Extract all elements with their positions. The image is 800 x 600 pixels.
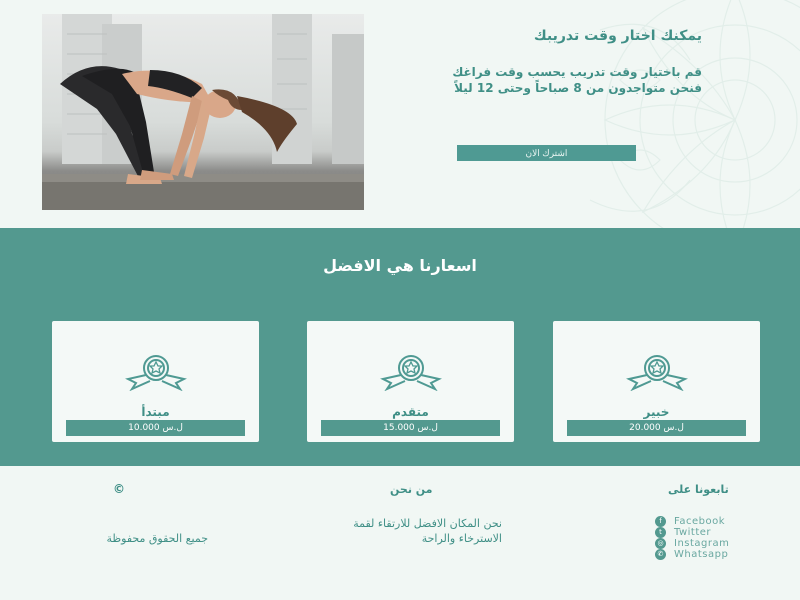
about-us-heading: من نحن xyxy=(390,483,433,496)
plan-name: خبير xyxy=(643,405,670,419)
award-icon xyxy=(380,355,442,391)
price-card-advanced[interactable]: متقدم ل.س 15.000 xyxy=(307,321,514,442)
social-label: Facebook xyxy=(674,516,725,527)
social-links: f Facebook t Twitter ◎ Instagram ✆ Whats… xyxy=(655,516,765,560)
plan-price: ل.س 20.000 xyxy=(567,420,746,436)
follow-us-heading: تابعونا على xyxy=(668,483,729,496)
footer: تابعونا على f Facebook t Twitter ◎ Insta… xyxy=(0,466,800,600)
hero-section: يمكنك اختار وقت تدريبك قم باختيار وقت تد… xyxy=(0,0,800,228)
award-icon xyxy=(626,355,688,391)
award-icon xyxy=(125,355,187,391)
facebook-icon: f xyxy=(655,516,666,527)
social-link-facebook[interactable]: f Facebook xyxy=(655,516,765,527)
plan-name: متقدم xyxy=(392,405,429,419)
hero-description: قم باختيار وقت تدريب يحسب وقت فراغك فنحن… xyxy=(452,65,702,95)
rights-text: جميع الحقوق محفوظة xyxy=(106,532,208,545)
instagram-icon: ◎ xyxy=(655,538,666,549)
plan-price: ل.س 15.000 xyxy=(321,420,500,436)
plan-name: مبتدأ xyxy=(141,405,170,419)
social-label: Whatsapp xyxy=(674,549,729,560)
social-label: Twitter xyxy=(674,527,712,538)
price-card-expert[interactable]: خبير ل.س 20.000 xyxy=(553,321,760,442)
plan-price: ل.س 10.000 xyxy=(66,420,245,436)
yoga-photo xyxy=(42,14,364,210)
social-link-whatsapp[interactable]: ✆ Whatsapp xyxy=(655,549,765,560)
about-us-text: نحن المكان الافضل للارتقاء لقمة الاسترخا… xyxy=(353,517,502,545)
subscribe-button[interactable]: اشترك الان xyxy=(457,145,636,161)
social-link-twitter[interactable]: t Twitter xyxy=(655,527,765,538)
prices-title: اسعارنا هي الافضل xyxy=(323,256,477,275)
social-label: Instagram xyxy=(674,538,730,549)
whatsapp-icon: ✆ xyxy=(655,549,666,560)
twitter-icon: t xyxy=(655,527,666,538)
hero-title: يمكنك اختار وقت تدريبك xyxy=(533,28,702,44)
social-link-instagram[interactable]: ◎ Instagram xyxy=(655,538,765,549)
prices-section: اسعارنا هي الافضل خبير ل.س 20.000 متقدم xyxy=(0,228,800,466)
hero-text: يمكنك اختار وقت تدريبك قم باختيار وقت تد… xyxy=(440,28,702,96)
price-card-beginner[interactable]: مبتدأ ل.س 10.000 xyxy=(52,321,259,442)
copyright-icon: © xyxy=(113,482,125,496)
